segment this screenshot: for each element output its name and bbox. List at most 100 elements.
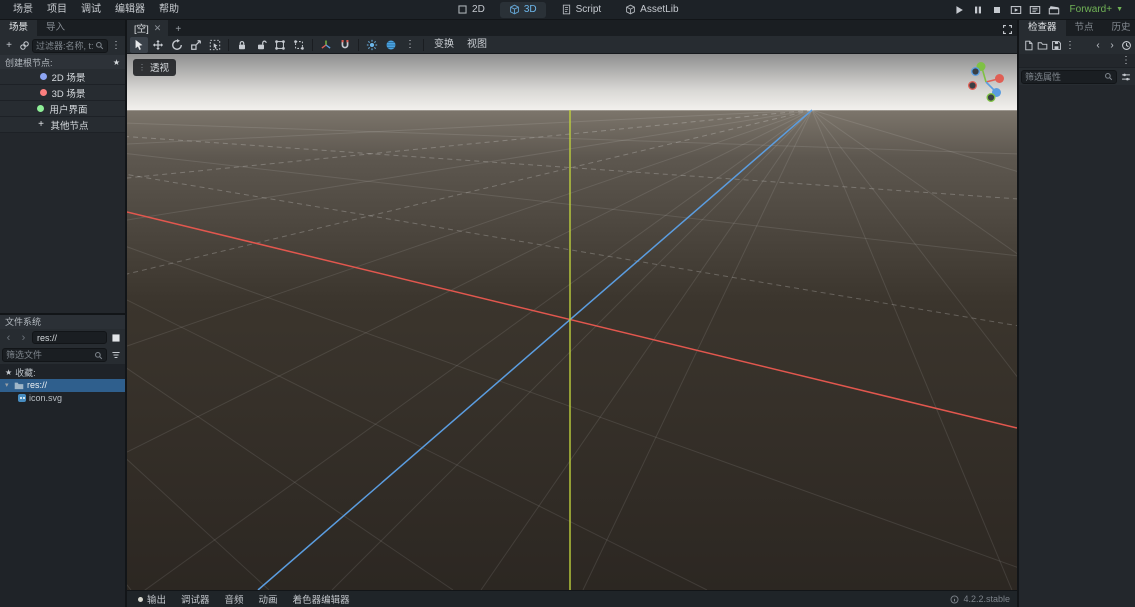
select-tool-button[interactable]	[130, 36, 148, 53]
debugger-button[interactable]: 调试器	[174, 592, 217, 607]
lock-button[interactable]	[233, 37, 251, 53]
menu-help[interactable]: 帮助	[152, 0, 186, 20]
ungroup-button[interactable]	[290, 37, 308, 53]
star-icon: ★	[5, 367, 13, 377]
add-node-button[interactable]: +	[2, 39, 16, 53]
menu-debug[interactable]: 调试	[74, 0, 108, 20]
view-menu[interactable]: 视图	[461, 37, 493, 53]
local-space-toggle[interactable]	[317, 37, 335, 53]
stop-button[interactable]	[988, 2, 1006, 18]
inspector-filter-input[interactable]	[1025, 71, 1102, 82]
transform-menu[interactable]: 变换	[428, 37, 460, 53]
scene-tab-empty[interactable]: [空] ✕	[127, 20, 169, 36]
play-scene-button[interactable]	[1007, 2, 1025, 18]
fs-sort-button[interactable]	[109, 348, 123, 362]
animation-button[interactable]: 动画	[252, 592, 285, 607]
favorites-star-icon[interactable]: ★	[113, 58, 120, 67]
workspace-script-button[interactable]: Script	[552, 2, 611, 18]
fs-split-mode-button[interactable]	[109, 331, 123, 345]
view-axis-gizmo[interactable]	[963, 59, 1009, 105]
edit-history-button[interactable]	[1119, 38, 1133, 52]
unlock-button[interactable]	[252, 37, 270, 53]
rotate-tool-button[interactable]	[168, 37, 186, 53]
play-custom-scene-button[interactable]	[1026, 2, 1044, 18]
audio-button[interactable]: 音频	[218, 592, 251, 607]
play-custom-scene-icon	[1029, 5, 1040, 14]
preview-environment-toggle[interactable]	[382, 37, 400, 53]
workspace-2d-button[interactable]: 2D	[448, 2, 494, 18]
root-option-label: 3D 场景	[51, 88, 86, 100]
fs-back-button[interactable]: ‹	[2, 331, 15, 345]
close-icon[interactable]: ✕	[154, 23, 162, 34]
movie-maker-button[interactable]	[1045, 2, 1063, 18]
inspector-filter-box	[1021, 69, 1117, 84]
new-resource-icon	[1024, 40, 1033, 50]
fs-filter-input[interactable]	[6, 350, 92, 360]
object-options-button[interactable]: ⋮	[1119, 54, 1133, 68]
snap-toggle[interactable]	[336, 37, 354, 53]
shader-editor-button[interactable]: 着色器编辑器	[286, 592, 357, 607]
output-button[interactable]: 输出	[131, 592, 173, 607]
scene-dock-toolbar: + ⋮	[0, 36, 125, 55]
group-icon	[275, 39, 285, 50]
gizmo-y-negative[interactable]	[986, 93, 996, 103]
tree-row-res[interactable]: ▾ res://	[0, 378, 125, 392]
load-resource-button[interactable]	[1035, 38, 1049, 52]
toolbar-separator	[312, 38, 313, 51]
distraction-free-button[interactable]	[1000, 22, 1014, 36]
expand-icon	[1002, 24, 1012, 34]
history-forward-button[interactable]: ›	[1105, 38, 1119, 52]
tab-node[interactable]: 节点	[1066, 20, 1103, 36]
create-root-user-interface[interactable]: 用户界面	[0, 101, 125, 117]
create-root-2d-scene[interactable]: 2D 场景	[0, 69, 125, 85]
root-option-label: 其他节点	[50, 120, 89, 132]
create-root-3d-scene[interactable]: 3D 场景	[0, 85, 125, 101]
gizmo-x-negative[interactable]	[967, 81, 977, 91]
3d-viewport[interactable]: ⋮ 透视	[127, 54, 1017, 590]
group-button[interactable]	[271, 37, 289, 53]
pause-button[interactable]	[969, 2, 987, 18]
gizmo-z-negative[interactable]	[970, 66, 980, 76]
menu-editor[interactable]: 编辑器	[108, 0, 152, 20]
tab-scene[interactable]: 场景	[0, 20, 38, 36]
inspector-empty-area	[1019, 85, 1135, 607]
history-back-button[interactable]: ‹	[1091, 38, 1105, 52]
menu-scene[interactable]: 场景	[6, 0, 40, 20]
tab-history[interactable]: 历史	[1103, 20, 1135, 36]
play-button[interactable]	[950, 2, 968, 18]
renderer-dropdown[interactable]: Forward+ ▼	[1064, 2, 1129, 18]
new-resource-button[interactable]	[1021, 38, 1035, 52]
filesystem-nav-bar: ‹ › res://	[0, 328, 125, 347]
viewport-camera-menu[interactable]: ⋮ 透视	[133, 59, 177, 76]
preview-sun-toggle[interactable]	[363, 37, 381, 53]
menu-project[interactable]: 项目	[40, 0, 74, 20]
tree-row-icon-svg[interactable]: icon.svg	[0, 392, 125, 405]
fs-path-field[interactable]: res://	[32, 331, 107, 344]
gizmo-x-positive[interactable]	[995, 74, 1004, 83]
resource-options-button[interactable]: ⋮	[1063, 38, 1077, 52]
tree-expand-icon[interactable]: ▾	[5, 381, 11, 389]
version-button[interactable]: 4.2.2.stable	[950, 594, 1013, 604]
list-select-tool-button[interactable]	[206, 37, 224, 53]
tab-import[interactable]: 导入	[37, 20, 74, 36]
tab-inspector[interactable]: 检查器	[1019, 20, 1066, 36]
split-view-icon	[112, 333, 120, 342]
favorites-row[interactable]: ★ 收藏:	[0, 366, 125, 379]
move-tool-button[interactable]	[149, 37, 167, 53]
scene-dock-menu-button[interactable]: ⋮	[109, 39, 123, 53]
sliders-icon	[1122, 73, 1130, 80]
instantiate-scene-button[interactable]	[17, 39, 31, 53]
scene-filter-input[interactable]	[36, 40, 93, 51]
workspace-3d-button[interactable]: 3D	[499, 1, 546, 18]
workspace-3d-label: 3D	[523, 4, 537, 15]
new-scene-tab-button[interactable]: +	[171, 22, 185, 36]
filter-options-button[interactable]	[1119, 70, 1133, 84]
fs-forward-button[interactable]: ›	[17, 331, 30, 345]
save-resource-button[interactable]	[1049, 38, 1063, 52]
filesystem-header: 文件系统	[0, 314, 125, 329]
create-root-other-node[interactable]: + 其他节点	[0, 117, 125, 133]
workspace-assetlib-button[interactable]: AssetLib	[616, 2, 687, 18]
run-bar: Forward+ ▼	[950, 2, 1129, 18]
viewport-extra-options-button[interactable]: ⋮	[401, 37, 419, 53]
scale-tool-button[interactable]	[187, 37, 205, 53]
